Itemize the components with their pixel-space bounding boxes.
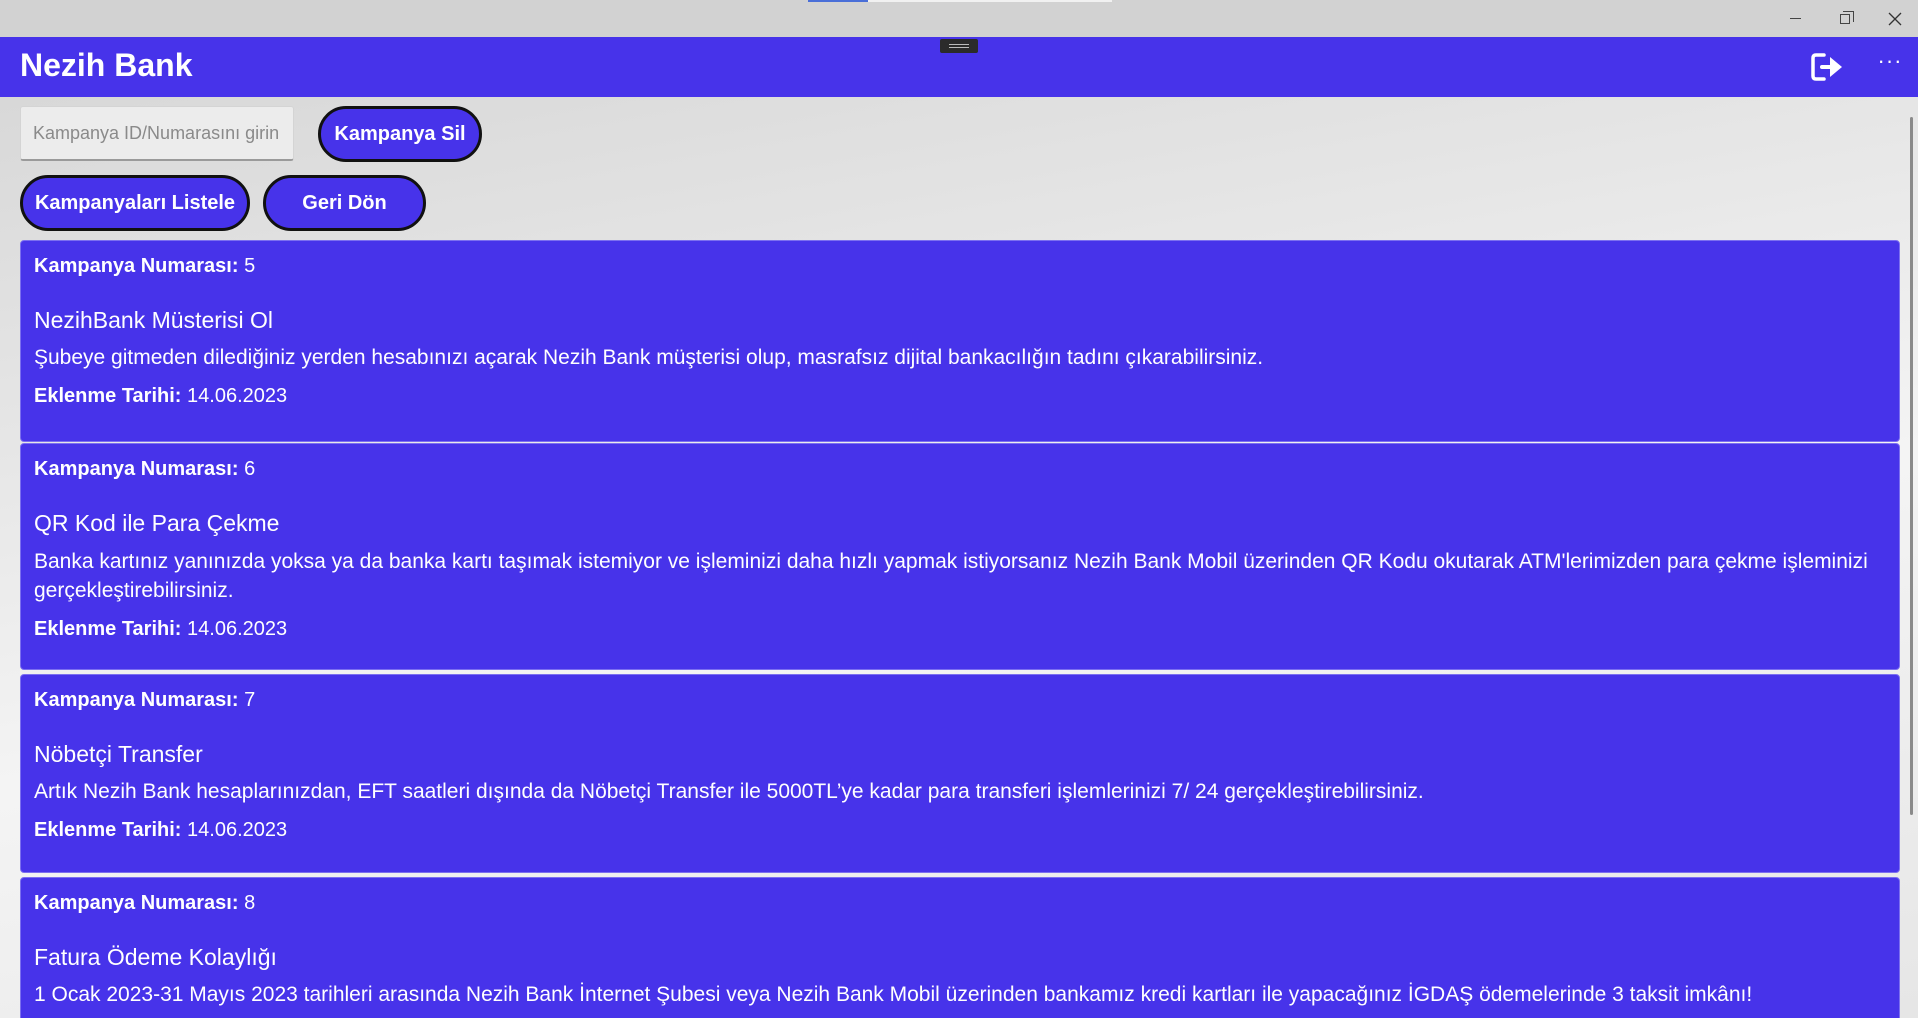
delete-campaign-button[interactable]: Kampanya Sil xyxy=(318,106,482,162)
campaign-description: Banka kartınız yanınızda yoksa ya da ban… xyxy=(34,550,1868,602)
titlebar-tab-indicator xyxy=(808,0,868,2)
campaign-title: Fatura Ödeme Kolaylığı xyxy=(34,944,277,970)
campaign-number-value: 8 xyxy=(244,892,256,914)
campaign-number-label: Kampanya Numarası: xyxy=(34,255,239,277)
campaign-date-row: Eklenme Tarihi: 14.06.2023 xyxy=(34,618,287,641)
campaign-date-row: Eklenme Tarihi: 14.06.2023 xyxy=(34,385,287,408)
campaign-number-value: 6 xyxy=(244,458,256,480)
campaign-date-value: 14.06.2023 xyxy=(187,819,288,841)
logout-icon xyxy=(1811,53,1842,81)
campaign-id-input[interactable] xyxy=(20,106,294,161)
window-titlebar xyxy=(0,0,1918,37)
more-options-button[interactable]: ··· xyxy=(1872,48,1908,83)
restore-button[interactable] xyxy=(1820,0,1870,37)
vertical-scrollbar[interactable] xyxy=(1910,117,1913,815)
campaign-number-label: Kampanya Numarası: xyxy=(34,458,239,480)
campaign-date-row: Eklenme Tarihi: 14.06.2023 xyxy=(34,819,287,842)
list-campaigns-button[interactable]: Kampanyaları Listele xyxy=(20,175,250,231)
campaign-number-row: Kampanya Numarası: 8 xyxy=(34,892,255,915)
campaign-title: QR Kod ile Para Çekme xyxy=(34,510,280,536)
campaign-description: Şubeye gitmeden dilediğiniz yerden hesab… xyxy=(34,346,1264,369)
titlebar-tab-strip xyxy=(868,0,1112,2)
campaign-date-value: 14.06.2023 xyxy=(187,618,288,640)
close-icon xyxy=(1888,12,1902,25)
drag-grip-handle[interactable] xyxy=(940,39,978,53)
app-brand: Nezih Bank xyxy=(20,47,193,83)
campaign-card: Kampanya Numarası: 6 QR Kod ile Para Çek… xyxy=(20,443,1900,670)
campaign-date-label: Eklenme Tarihi: xyxy=(34,819,182,841)
campaign-card: Kampanya Numarası: 8 Fatura Ödeme Kolayl… xyxy=(20,877,1900,1018)
more-icon: ··· xyxy=(1877,48,1903,73)
logout-button[interactable] xyxy=(1810,51,1846,83)
close-button[interactable] xyxy=(1870,0,1918,37)
campaign-number-value: 7 xyxy=(244,689,256,711)
campaign-date-value: 14.06.2023 xyxy=(187,385,288,407)
campaign-description: Artık Nezih Bank hesaplarınızdan, EFT sa… xyxy=(34,780,1424,803)
main-content: Kampanya Sil Kampanyaları Listele Geri D… xyxy=(0,97,1918,1018)
campaign-number-row: Kampanya Numarası: 6 xyxy=(34,458,255,481)
campaign-number-value: 5 xyxy=(244,255,256,277)
campaign-number-label: Kampanya Numarası: xyxy=(34,892,239,914)
go-back-button[interactable]: Geri Dön xyxy=(263,175,426,231)
campaign-number-row: Kampanya Numarası: 7 xyxy=(34,689,255,712)
campaign-title: NezihBank Müsterisi Ol xyxy=(34,307,274,333)
campaign-title: Nöbetçi Transfer xyxy=(34,741,203,767)
minimize-button[interactable] xyxy=(1770,0,1820,37)
campaign-number-label: Kampanya Numarası: xyxy=(34,689,239,711)
campaign-description: 1 Ocak 2023-31 Mayıs 2023 tarihleri aras… xyxy=(34,983,1753,1006)
minimize-icon xyxy=(1789,18,1801,19)
restore-icon xyxy=(1840,10,1854,24)
campaign-card: Kampanya Numarası: 5 NezihBank Müsterisi… xyxy=(20,240,1900,442)
campaign-date-label: Eklenme Tarihi: xyxy=(34,385,182,407)
campaign-date-label: Eklenme Tarihi: xyxy=(34,618,182,640)
campaign-card: Kampanya Numarası: 7 Nöbetçi Transfer Ar… xyxy=(20,674,1900,873)
campaign-number-row: Kampanya Numarası: 5 xyxy=(34,255,255,278)
